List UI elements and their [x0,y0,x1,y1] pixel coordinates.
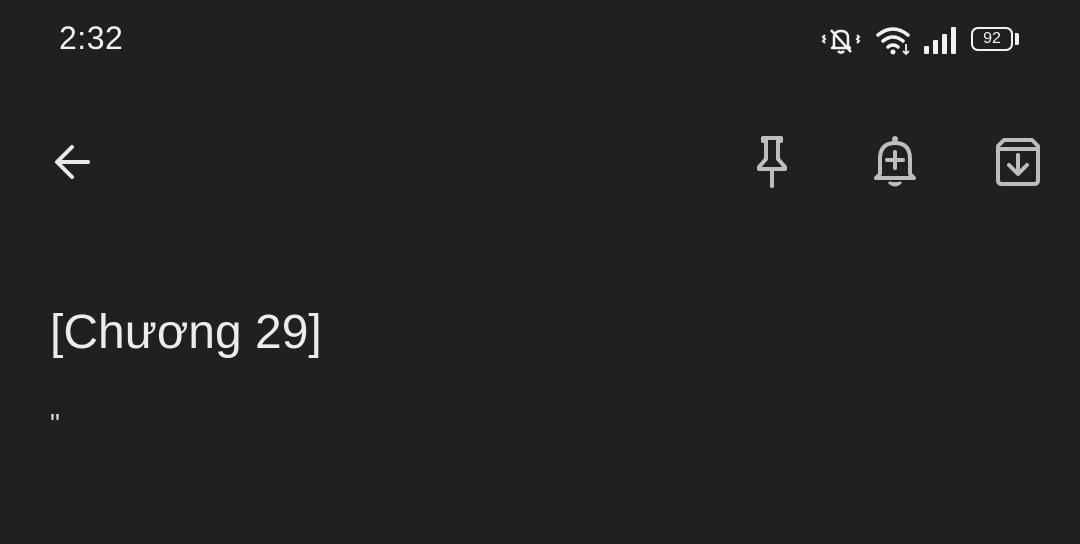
archive-icon [996,138,1040,186]
reminder-button[interactable] [859,126,931,198]
back-button[interactable] [36,126,108,198]
status-time: 2:32 [59,20,124,56]
archive-button[interactable] [982,126,1054,198]
reminder-bell-icon [874,136,916,187]
note-toolbar [0,112,1080,216]
battery-tip [1015,33,1019,45]
vibrate-mute-icon [820,22,862,58]
cellular-signal-icon [922,22,958,58]
note-editor-screen: 2:32 92 [Chương 29] " [0,0,1080,544]
battery-level: 92 [983,30,1001,47]
note-title[interactable]: [Chương 29] [50,305,322,360]
pin-button[interactable] [736,126,808,198]
pin-icon [757,136,787,188]
wifi-icon [875,22,913,58]
arrow-left-icon [55,145,90,179]
status-bar: 2:32 92 [0,0,1080,82]
note-body[interactable]: " [50,408,60,440]
